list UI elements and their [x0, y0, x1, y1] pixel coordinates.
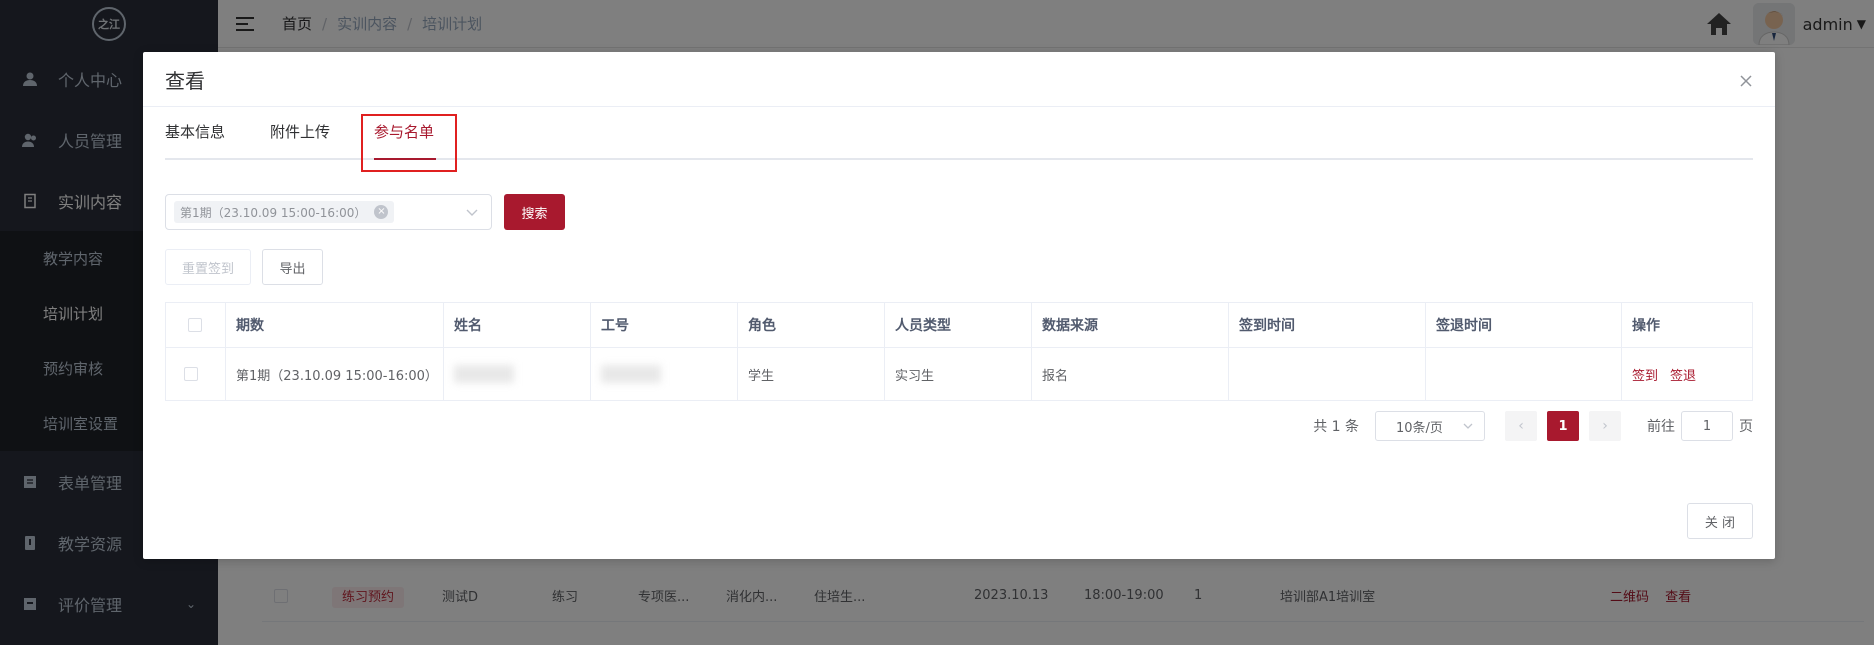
redacted-id — [601, 365, 661, 383]
checkout-link[interactable]: 签退 — [1670, 365, 1696, 384]
cell-checkin — [1229, 348, 1426, 400]
dialog-header: 查看 — [143, 52, 1775, 107]
cell-name — [444, 348, 591, 400]
cell-source: 报名 — [1032, 348, 1229, 400]
page-size-select[interactable]: 10条/页 — [1375, 411, 1485, 441]
redacted-name — [454, 365, 514, 383]
tab-basic-info[interactable]: 基本信息 — [165, 107, 225, 158]
next-page-button[interactable]: › — [1589, 411, 1621, 441]
page-size-value: 10条/页 — [1396, 420, 1443, 436]
view-dialog: 查看 基本信息 附件上传 参与名单 第1期（23.10.09 15:00-16:… — [143, 52, 1775, 559]
col-header-checkin: 签到时间 — [1229, 303, 1426, 347]
col-header-source: 数据来源 — [1032, 303, 1229, 347]
goto-page-input[interactable]: 1 — [1681, 411, 1733, 441]
cell-person-type: 实习生 — [885, 348, 1032, 400]
total-count: 共 1 条 — [1313, 419, 1359, 435]
select-all-checkbox[interactable] — [188, 318, 202, 332]
prev-page-button[interactable]: ‹ — [1505, 411, 1537, 441]
cell-checkout — [1426, 348, 1622, 400]
cell-period: 第1期（23.10.09 15:00-16:00） — [226, 348, 444, 400]
row-checkbox[interactable] — [184, 367, 198, 381]
selected-tag: 第1期（23.10.09 15:00-16:00） × — [174, 201, 395, 223]
search-button[interactable]: 搜索 — [504, 194, 565, 230]
table-row: 第1期（23.10.09 15:00-16:00） 学生 实习生 报名 签到 签… — [166, 347, 1752, 400]
checkin-link[interactable]: 签到 — [1632, 365, 1658, 384]
col-header-actions: 操作 — [1632, 318, 1660, 334]
col-header-person-type: 人员类型 — [885, 303, 1032, 347]
close-icon[interactable] — [1739, 74, 1753, 88]
selected-tag-label: 第1期（23.10.09 15:00-16:00） — [180, 205, 367, 220]
col-header-name: 姓名 — [444, 303, 591, 347]
close-button[interactable]: 关 闭 — [1687, 503, 1753, 539]
period-select[interactable]: 第1期（23.10.09 15:00-16:00） × — [165, 194, 492, 230]
current-page[interactable]: 1 — [1547, 411, 1579, 441]
pagination: 共 1 条 10条/页 ‹ 1 › 前往 1 页 — [1313, 411, 1753, 441]
tab-attachments[interactable]: 附件上传 — [270, 107, 330, 158]
highlight-box — [361, 114, 457, 172]
chevron-down-icon — [1463, 423, 1473, 429]
table-header: 期数 姓名 工号 角色 人员类型 数据来源 签到时间 签退时间 操作 — [166, 303, 1752, 347]
filter-row: 第1期（23.10.09 15:00-16:00） × 搜索 — [165, 194, 565, 230]
cell-actions: 签到 签退 — [1622, 348, 1752, 400]
chevron-down-icon — [466, 209, 478, 216]
tag-close-icon[interactable]: × — [374, 205, 389, 219]
participants-table: 期数 姓名 工号 角色 人员类型 数据来源 签到时间 签退时间 操作 第1期（2… — [165, 302, 1753, 401]
cell-role: 学生 — [738, 348, 885, 400]
col-header-role: 角色 — [738, 303, 885, 347]
col-header-id: 工号 — [591, 303, 738, 347]
goto-label: 前往 — [1647, 419, 1675, 435]
action-row: 重置签到 导出 — [165, 249, 323, 285]
cell-id — [591, 348, 738, 400]
reset-checkin-button[interactable]: 重置签到 — [165, 249, 251, 285]
goto-suffix: 页 — [1739, 419, 1753, 435]
col-header-period: 期数 — [226, 303, 444, 347]
export-button[interactable]: 导出 — [262, 249, 323, 285]
col-header-checkout: 签退时间 — [1426, 303, 1622, 347]
dialog-title: 查看 — [165, 68, 205, 93]
